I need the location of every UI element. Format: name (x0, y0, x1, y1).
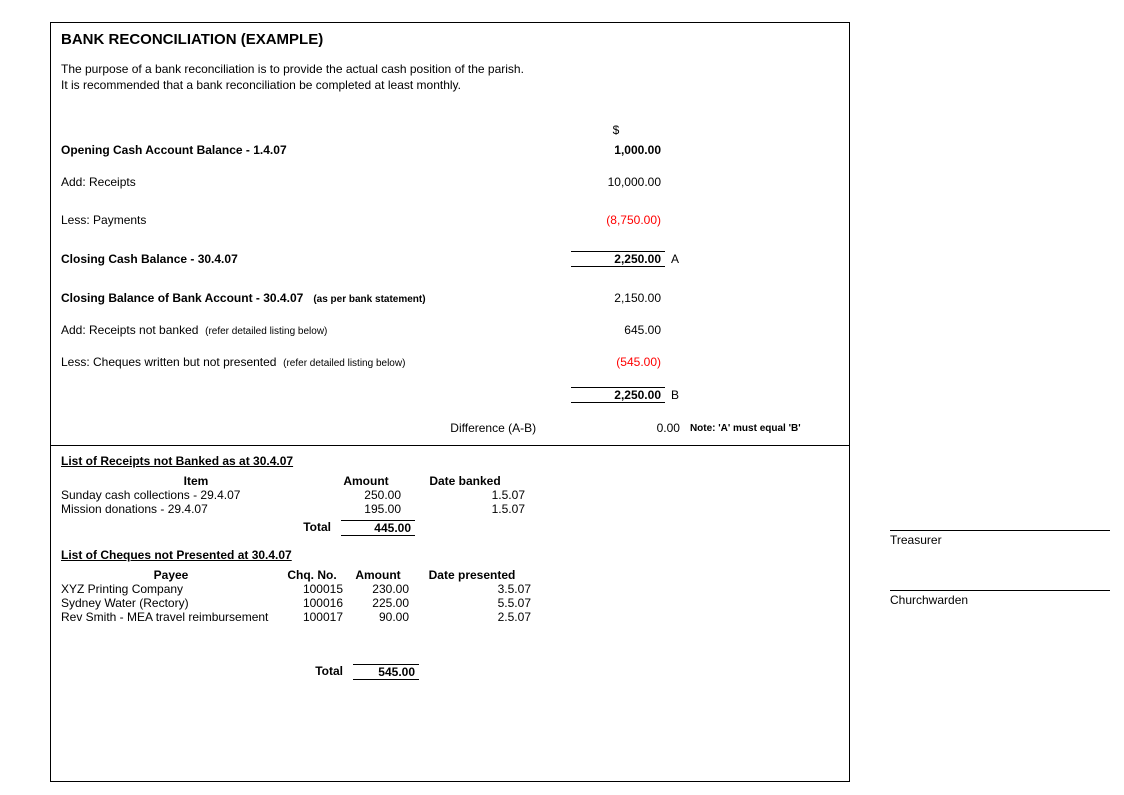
table-row: Sunday cash collections - 29.4.07 250.00… (61, 488, 839, 502)
difference-value: 0.00 (596, 421, 684, 435)
purpose-text: The purpose of a bank reconciliation is … (61, 62, 839, 93)
opening-balance-label: Opening Cash Account Balance - 1.4.07 (61, 143, 571, 157)
cheques-header-date: Date presented (413, 568, 535, 582)
cheques-no: 100017 (281, 610, 347, 624)
page-title: BANK RECONCILIATION (EXAMPLE) (61, 31, 839, 48)
signature-churchwarden: Churchwarden (890, 590, 1110, 607)
bank-closing-value: 2,150.00 (571, 291, 665, 305)
receipts-amount: 250.00 (331, 488, 405, 502)
cheques-date: 3.5.07 (413, 582, 535, 596)
closing-cash-value: 2,250.00 (571, 251, 665, 267)
less-cheques-value: (545.00) (571, 355, 665, 369)
bank-total-letter: B (665, 388, 831, 402)
opening-balance-value: 1,000.00 (571, 143, 665, 157)
receipts-header-date: Date banked (405, 474, 529, 488)
table-row: Sydney Water (Rectory) 100016 225.00 5.5… (61, 596, 839, 610)
cheques-header-no: Chq. No. (281, 568, 347, 582)
cheques-table: Payee Chq. No. Amount Date presented XYZ… (61, 568, 839, 680)
less-payments-label: Less: Payments (61, 213, 571, 227)
closing-cash-label: Closing Cash Balance - 30.4.07 (61, 252, 571, 266)
closing-cash-letter: A (665, 252, 831, 266)
less-cheques-sub: (refer detailed listing below) (283, 358, 405, 369)
receipts-item: Sunday cash collections - 29.4.07 (61, 488, 331, 502)
cheques-amount: 230.00 (347, 582, 413, 596)
cheques-date: 2.5.07 (413, 610, 535, 624)
receipts-header-item: Item (61, 474, 331, 488)
cheques-total-label: Total (61, 664, 353, 680)
table-row: Mission donations - 29.4.07 195.00 1.5.0… (61, 502, 839, 516)
receipts-table: Item Amount Date banked Sunday cash coll… (61, 474, 839, 536)
main-document: BANK RECONCILIATION (EXAMPLE) The purpos… (50, 22, 850, 782)
less-cheques-label: Less: Cheques written but not presented … (61, 355, 571, 369)
add-notbanked-sub: (refer detailed listing below) (205, 326, 327, 337)
add-receipts-label: Add: Receipts (61, 175, 571, 189)
receipts-header-amount: Amount (331, 474, 405, 488)
cheques-payee: Rev Smith - MEA travel reimbursement (61, 610, 281, 624)
receipts-amount: 195.00 (331, 502, 405, 516)
receipts-date: 1.5.07 (405, 488, 529, 502)
add-receipts-value: 10,000.00 (571, 175, 665, 189)
receipts-item: Mission donations - 29.4.07 (61, 502, 331, 516)
cheques-payee: XYZ Printing Company (61, 582, 281, 596)
receipts-total-value: 445.00 (341, 520, 415, 536)
add-notbanked-label-text: Add: Receipts not banked (61, 323, 198, 337)
difference-label: Difference (A-B) (61, 421, 596, 435)
cheques-no: 100015 (281, 582, 347, 596)
receipts-title: List of Receipts not Banked as at 30.4.0… (61, 454, 839, 468)
table-row: XYZ Printing Company 100015 230.00 3.5.0… (61, 582, 839, 596)
bank-closing-label-text: Closing Balance of Bank Account - 30.4.0… (61, 291, 303, 305)
divider (51, 445, 849, 446)
cheques-amount: 90.00 (347, 610, 413, 624)
cheques-header-payee: Payee (61, 568, 281, 582)
purpose-line1: The purpose of a bank reconciliation is … (61, 62, 524, 76)
table-row: Rev Smith - MEA travel reimbursement 100… (61, 610, 839, 624)
cheques-date: 5.5.07 (413, 596, 535, 610)
bank-closing-sub: (as per bank statement) (313, 294, 425, 305)
cheques-title: List of Cheques not Presented at 30.4.07 (61, 548, 839, 562)
currency-header: $ (571, 123, 665, 137)
purpose-line2: It is recommended that a bank reconcilia… (61, 78, 461, 92)
less-cheques-label-text: Less: Cheques written but not presented (61, 355, 276, 369)
bank-closing-label: Closing Balance of Bank Account - 30.4.0… (61, 291, 571, 305)
receipts-total-label: Total (61, 520, 341, 536)
difference-note: Note: 'A' must equal 'B' (684, 423, 839, 434)
receipts-date: 1.5.07 (405, 502, 529, 516)
cheques-amount: 225.00 (347, 596, 413, 610)
cheques-header-amount: Amount (347, 568, 413, 582)
cheques-no: 100016 (281, 596, 347, 610)
add-notbanked-label: Add: Receipts not banked (refer detailed… (61, 323, 571, 337)
add-notbanked-value: 645.00 (571, 323, 665, 337)
cheques-total-value: 545.00 (353, 664, 419, 680)
bank-total-value: 2,250.00 (571, 387, 665, 403)
cheques-payee: Sydney Water (Rectory) (61, 596, 281, 610)
less-payments-value: (8,750.00) (571, 213, 665, 227)
signature-treasurer: Treasurer (890, 530, 1110, 547)
